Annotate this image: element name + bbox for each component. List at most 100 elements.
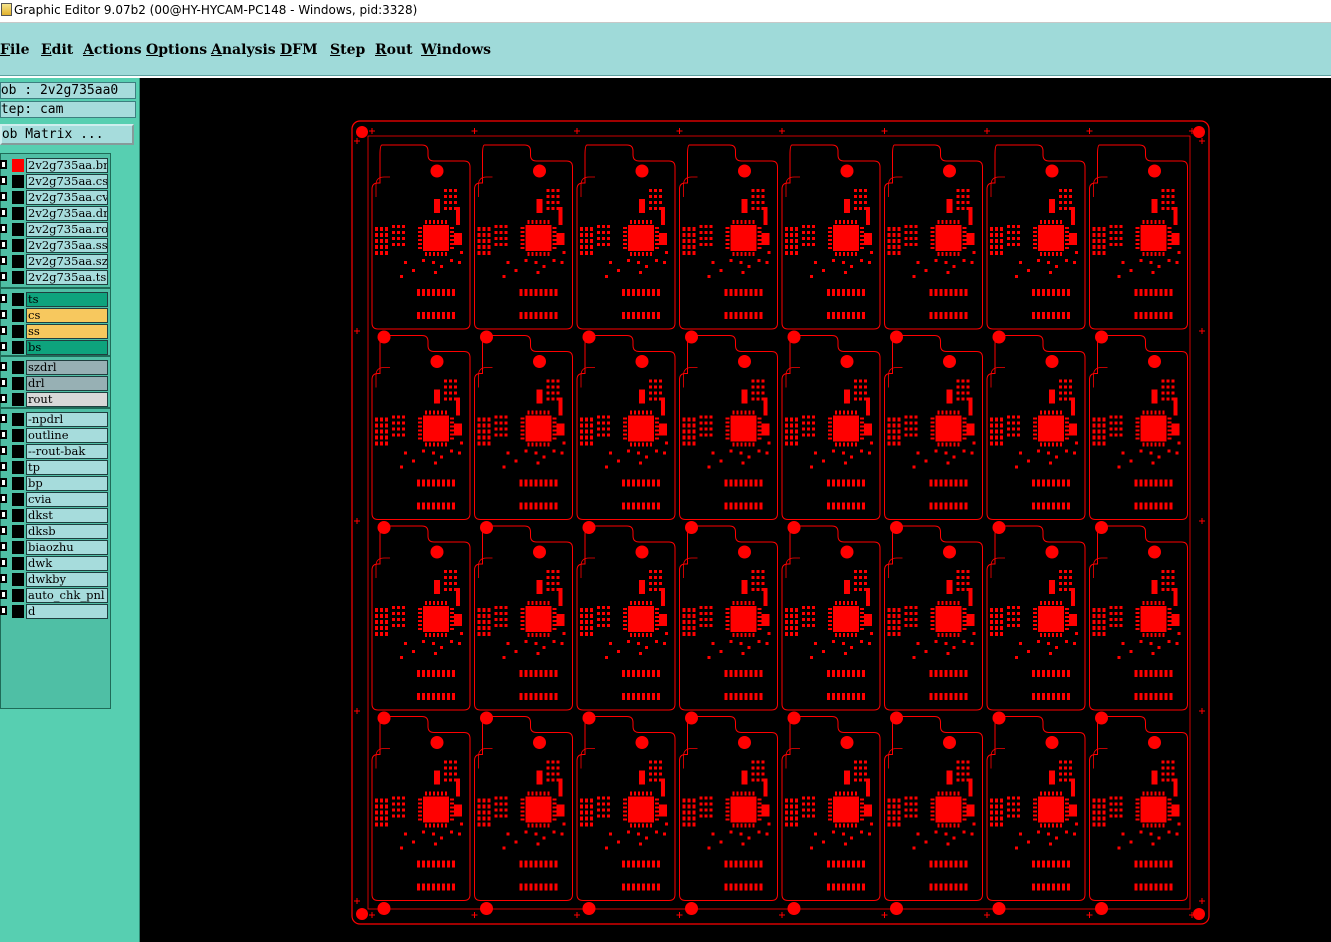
layer-affected-toggle[interactable]: [12, 573, 24, 586]
layer-display-checkbox[interactable]: [0, 224, 7, 233]
layer-row-biaozhu[interactable]: biaozhu: [0, 540, 109, 555]
layer-affected-toggle[interactable]: [12, 175, 24, 188]
layer-affected-toggle[interactable]: [12, 239, 24, 252]
layer-display-checkbox[interactable]: [0, 240, 7, 249]
layer-row-rout-bak[interactable]: --rout-bak: [0, 444, 109, 459]
layer-display-checkbox[interactable]: [0, 326, 7, 335]
layer-row-dwk[interactable]: dwk: [0, 556, 109, 571]
layer-affected-toggle[interactable]: [12, 255, 24, 268]
menu-edit[interactable]: Edit: [41, 42, 73, 58]
layer-affected-toggle[interactable]: [12, 223, 24, 236]
menu-dfm[interactable]: DFM: [280, 42, 318, 58]
layer-affected-toggle[interactable]: [12, 341, 24, 354]
layer-display-checkbox[interactable]: [0, 542, 7, 551]
layer-row-2v2g735aa-cs[interactable]: 2v2g735aa.cs: [0, 174, 109, 189]
layer-affected-toggle[interactable]: [12, 589, 24, 602]
layer-affected-toggle[interactable]: [12, 207, 24, 220]
layer-display-checkbox[interactable]: [0, 526, 7, 535]
layer-row-2v2g735aa-dr[interactable]: 2v2g735aa.dr: [0, 206, 109, 221]
layer-display-checkbox[interactable]: [0, 430, 7, 439]
menu-analysis[interactable]: Analysis: [211, 42, 276, 58]
layer-display-checkbox[interactable]: [0, 160, 7, 169]
layer-display-checkbox[interactable]: [0, 208, 7, 217]
layer-affected-toggle[interactable]: [12, 271, 24, 284]
layer-row-auto-chk-pnl[interactable]: auto_chk_pnl: [0, 588, 109, 603]
tooling-crosshair: [471, 128, 478, 134]
menu-step[interactable]: Step: [330, 42, 365, 58]
layer-display-checkbox[interactable]: [0, 494, 7, 503]
layer-display-checkbox[interactable]: [0, 192, 7, 201]
layer-display-checkbox[interactable]: [0, 342, 7, 351]
layer-display-checkbox[interactable]: [0, 574, 7, 583]
layer-row-2v2g735aa-ss[interactable]: 2v2g735aa.ss: [0, 238, 109, 253]
layer-row-tp[interactable]: tp: [0, 460, 109, 475]
layer-affected-toggle[interactable]: [12, 477, 24, 490]
layer-row-bs[interactable]: bs: [0, 340, 109, 355]
graphic-canvas[interactable]: [140, 78, 1331, 942]
layer-display-checkbox[interactable]: [0, 414, 7, 423]
layer-display-checkbox[interactable]: [0, 606, 7, 615]
menu-file[interactable]: File: [0, 42, 30, 58]
layer-affected-toggle[interactable]: [12, 461, 24, 474]
layer-name-label: -npdrl: [26, 412, 108, 427]
menu-options[interactable]: Options: [146, 42, 207, 58]
layer-affected-toggle[interactable]: [12, 413, 24, 426]
layer-row-2v2g735aa-sz[interactable]: 2v2g735aa.sz: [0, 254, 109, 269]
layer-row-drl[interactable]: drl: [0, 376, 109, 391]
layer-row-d[interactable]: d: [0, 604, 109, 619]
menu-actions[interactable]: Actions: [83, 42, 142, 58]
layer-row-outline[interactable]: outline: [0, 428, 109, 443]
layer-display-checkbox[interactable]: [0, 510, 7, 519]
layer-display-checkbox[interactable]: [0, 378, 7, 387]
layer-display-checkbox[interactable]: [0, 294, 7, 303]
layer-affected-toggle[interactable]: [12, 293, 24, 306]
layer-row-dwkby[interactable]: dwkby: [0, 572, 109, 587]
layer-display-checkbox[interactable]: [0, 310, 7, 319]
layer-affected-toggle[interactable]: [12, 377, 24, 390]
layer-display-checkbox[interactable]: [0, 394, 7, 403]
pcb-panel-view[interactable]: [140, 78, 1331, 942]
menu-windows[interactable]: Windows: [421, 42, 491, 58]
layer-display-checkbox[interactable]: [0, 558, 7, 567]
layer-affected-toggle[interactable]: [12, 309, 24, 322]
layer-row-cs[interactable]: cs: [0, 308, 109, 323]
layer-affected-toggle[interactable]: [12, 493, 24, 506]
layer-row-2v2g735aa-ts[interactable]: 2v2g735aa.ts: [0, 270, 109, 285]
layer-affected-toggle[interactable]: [12, 557, 24, 570]
layer-affected-toggle[interactable]: [12, 429, 24, 442]
layer-row-szdrl[interactable]: szdrl: [0, 360, 109, 375]
layer-row-npdrl[interactable]: -npdrl: [0, 412, 109, 427]
layer-affected-toggle[interactable]: [12, 509, 24, 522]
layer-row-2v2g735aa-bm[interactable]: 2v2g735aa.bm: [0, 158, 109, 173]
layer-affected-toggle[interactable]: [12, 525, 24, 538]
layer-display-checkbox[interactable]: [0, 478, 7, 487]
layer-affected-toggle[interactable]: [12, 361, 24, 374]
layer-affected-toggle[interactable]: [12, 159, 24, 172]
layer-display-checkbox[interactable]: [0, 176, 7, 185]
layer-name-label: biaozhu: [26, 540, 108, 555]
layer-affected-toggle[interactable]: [12, 393, 24, 406]
layer-affected-toggle[interactable]: [12, 445, 24, 458]
layer-affected-toggle[interactable]: [12, 191, 24, 204]
job-matrix-button[interactable]: Job Matrix ...: [0, 124, 134, 145]
layer-row-ss[interactable]: ss: [0, 324, 109, 339]
layer-row-dksb[interactable]: dksb: [0, 524, 109, 539]
layer-row-bp[interactable]: bp: [0, 476, 109, 491]
layer-affected-toggle[interactable]: [12, 541, 24, 554]
layer-display-checkbox[interactable]: [0, 446, 7, 455]
layer-display-checkbox[interactable]: [0, 256, 7, 265]
layer-name-label: auto_chk_pnl: [26, 588, 108, 603]
layer-row-2v2g735aa-ro[interactable]: 2v2g735aa.ro: [0, 222, 109, 237]
layer-row-rout[interactable]: rout: [0, 392, 109, 407]
layer-display-checkbox[interactable]: [0, 590, 7, 599]
layer-row-2v2g735aa-cv[interactable]: 2v2g735aa.cv: [0, 190, 109, 205]
layer-row-dkst[interactable]: dkst: [0, 508, 109, 523]
layer-row-cvia[interactable]: cvia: [0, 492, 109, 507]
layer-display-checkbox[interactable]: [0, 362, 7, 371]
layer-affected-toggle[interactable]: [12, 605, 24, 618]
layer-affected-toggle[interactable]: [12, 325, 24, 338]
menu-rout[interactable]: Rout: [375, 42, 413, 58]
layer-display-checkbox[interactable]: [0, 462, 7, 471]
layer-display-checkbox[interactable]: [0, 272, 7, 281]
layer-row-ts[interactable]: ts: [0, 292, 109, 307]
